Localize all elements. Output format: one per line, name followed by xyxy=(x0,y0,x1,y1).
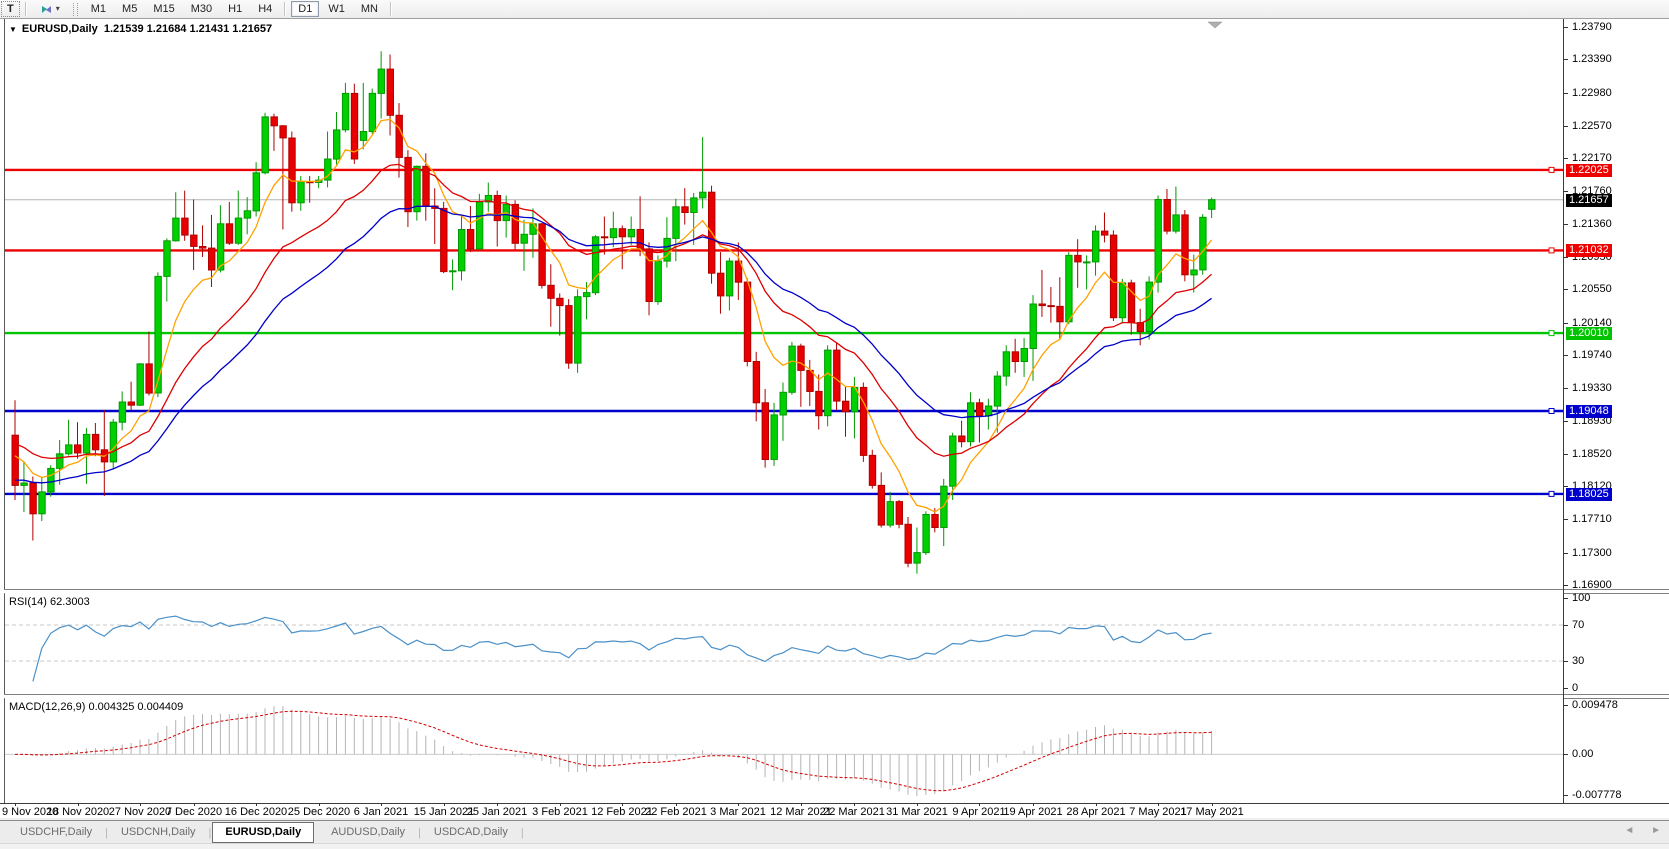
price-tick-label: 70 xyxy=(1572,619,1584,632)
axis-tick xyxy=(1563,224,1568,225)
toolbar-separator xyxy=(390,2,392,16)
timeframe-button-m1[interactable]: M1 xyxy=(84,1,113,17)
axis-tick xyxy=(1563,289,1568,290)
tab-separator: | xyxy=(520,827,525,839)
hline-handle[interactable] xyxy=(1549,167,1554,172)
hline-price-label: 1.20010 xyxy=(1566,327,1612,340)
axis-tick xyxy=(1563,661,1568,662)
hline-price-label: 1.21032 xyxy=(1566,244,1612,257)
price-tick-label: 1.20550 xyxy=(1572,283,1612,296)
tab-audusd[interactable]: AUDUSD,Daily xyxy=(319,823,417,842)
axis-tick xyxy=(1563,454,1568,455)
tab-usdchf[interactable]: USDCHF,Daily xyxy=(8,823,104,842)
timeframe-toolbar: T ▾ M1M5M15M30H1H4 D1W1MN xyxy=(0,0,1669,19)
axis-tick xyxy=(1563,191,1568,192)
tab-usdcad[interactable]: USDCAD,Daily xyxy=(422,823,520,842)
chart-window: ▼ EURUSD,Daily 1.21539 1.21684 1.21431 1.… xyxy=(0,19,1669,818)
hline-price-label: 1.19048 xyxy=(1566,405,1612,418)
chart-title-symbol: EURUSD,Daily xyxy=(22,23,98,35)
price-tick-label: 1.17710 xyxy=(1572,513,1612,526)
axis-tick xyxy=(1563,625,1568,626)
price-tick-label: 1.19330 xyxy=(1572,382,1612,395)
axis-tick xyxy=(1563,323,1568,324)
main-chart-canvas[interactable] xyxy=(5,19,1563,589)
axis-tick xyxy=(1563,126,1568,127)
current-price-label: 1.21657 xyxy=(1566,194,1612,207)
price-tick-label: 100 xyxy=(1572,592,1590,605)
hline-handle[interactable] xyxy=(1549,409,1554,414)
axis-tick xyxy=(1563,553,1568,554)
price-tick-label: 0.00 xyxy=(1572,748,1593,761)
axis-tick xyxy=(1563,754,1568,755)
price-tick-label: 1.18520 xyxy=(1572,448,1612,461)
timeframe-button-h4[interactable]: H4 xyxy=(251,1,279,17)
price-axis-line xyxy=(1563,19,1564,803)
dropdown-caret-icon: ▾ xyxy=(56,2,60,16)
price-tick-label: 1.21360 xyxy=(1572,218,1612,231)
price-tick-label: 1.22570 xyxy=(1572,120,1612,133)
rsi-indicator-canvas[interactable] xyxy=(5,593,1563,694)
macd-label: MACD(12,26,9) 0.004325 0.004409 xyxy=(9,701,183,713)
axis-tick xyxy=(1563,93,1568,94)
arrows-tool-icon xyxy=(39,3,54,16)
symbol-expander-icon[interactable]: ▼ xyxy=(9,25,17,34)
timeframe-button-w1[interactable]: W1 xyxy=(321,1,352,17)
price-tick-label: 1.23790 xyxy=(1572,21,1612,34)
timeframe-button-m15[interactable]: M15 xyxy=(146,1,181,17)
autoscroll-marker-icon[interactable] xyxy=(1208,22,1222,28)
timeframe-button-d1[interactable]: D1 xyxy=(291,1,319,17)
timeframe-button-m5[interactable]: M5 xyxy=(115,1,144,17)
axis-tick xyxy=(1563,795,1568,796)
axis-tick xyxy=(1563,486,1568,487)
rsi-label: RSI(14) 62.3003 xyxy=(9,596,90,608)
axis-tick xyxy=(1563,59,1568,60)
chart-tab-bar: USDCHF,Daily|USDCNH,Daily|EURUSD,Daily|A… xyxy=(0,820,1669,844)
drawing-tool-button[interactable]: ▾ xyxy=(32,1,67,17)
macd-indicator-canvas[interactable] xyxy=(5,698,1563,803)
axis-tick xyxy=(1563,388,1568,389)
toolbar-separator xyxy=(284,2,286,16)
axis-tick xyxy=(1563,355,1568,356)
axis-tick xyxy=(1563,585,1568,586)
price-tick-label: 1.19740 xyxy=(1572,349,1612,362)
hline-price-label: 1.22025 xyxy=(1566,164,1612,177)
timeframe-button-m30[interactable]: M30 xyxy=(184,1,219,17)
axis-tick xyxy=(1563,257,1568,258)
axis-tick xyxy=(1563,598,1568,599)
timeframe-button-h1[interactable]: H1 xyxy=(221,1,249,17)
tab-scroll-left-button[interactable]: ◄ xyxy=(1624,825,1634,836)
date-axis-line xyxy=(0,803,1669,804)
chart-title: ▼ EURUSD,Daily 1.21539 1.21684 1.21431 1.… xyxy=(9,23,272,35)
toolbar-grip[interactable] xyxy=(73,3,78,16)
toolbar-separator xyxy=(25,2,27,16)
price-tick-label: 1.16900 xyxy=(1572,579,1612,592)
price-tick-label: 1.23390 xyxy=(1572,53,1612,66)
tab-eurusd[interactable]: EURUSD,Daily xyxy=(212,822,314,843)
chart-title-ohlc: 1.21539 1.21684 1.21431 1.21657 xyxy=(104,23,272,35)
price-tick-label: 1.17300 xyxy=(1572,547,1612,560)
text-tool-button[interactable]: T xyxy=(1,1,20,17)
axis-tick xyxy=(1563,688,1568,689)
date-tick-label: 17 May 2021 xyxy=(1172,806,1252,819)
axis-tick xyxy=(1563,519,1568,520)
price-tick-label: 30 xyxy=(1572,655,1584,668)
mt4-terminal: T ▾ M1M5M15M30H1H4 D1W1MN ▼ EURUSD,Daily 1… xyxy=(0,0,1669,849)
hline-handle[interactable] xyxy=(1549,248,1554,253)
hline-handle[interactable] xyxy=(1549,331,1554,336)
tab-usdcnh[interactable]: USDCNH,Daily xyxy=(109,823,208,842)
hline-price-label: 1.18025 xyxy=(1566,488,1612,501)
price-tick-label: 0 xyxy=(1572,682,1578,695)
price-tick-label: 0.009478 xyxy=(1572,699,1618,712)
price-tick-label: -0.007778 xyxy=(1572,789,1622,802)
timeframe-button-mn[interactable]: MN xyxy=(354,1,385,17)
tab-scroll-right-button[interactable]: ► xyxy=(1651,825,1661,836)
status-bar xyxy=(0,843,1669,849)
axis-tick xyxy=(1563,158,1568,159)
hline-handle[interactable] xyxy=(1549,491,1554,496)
axis-tick xyxy=(1563,421,1568,422)
axis-tick xyxy=(1563,27,1568,28)
axis-tick xyxy=(1563,705,1568,706)
price-tick-label: 1.22980 xyxy=(1572,87,1612,100)
